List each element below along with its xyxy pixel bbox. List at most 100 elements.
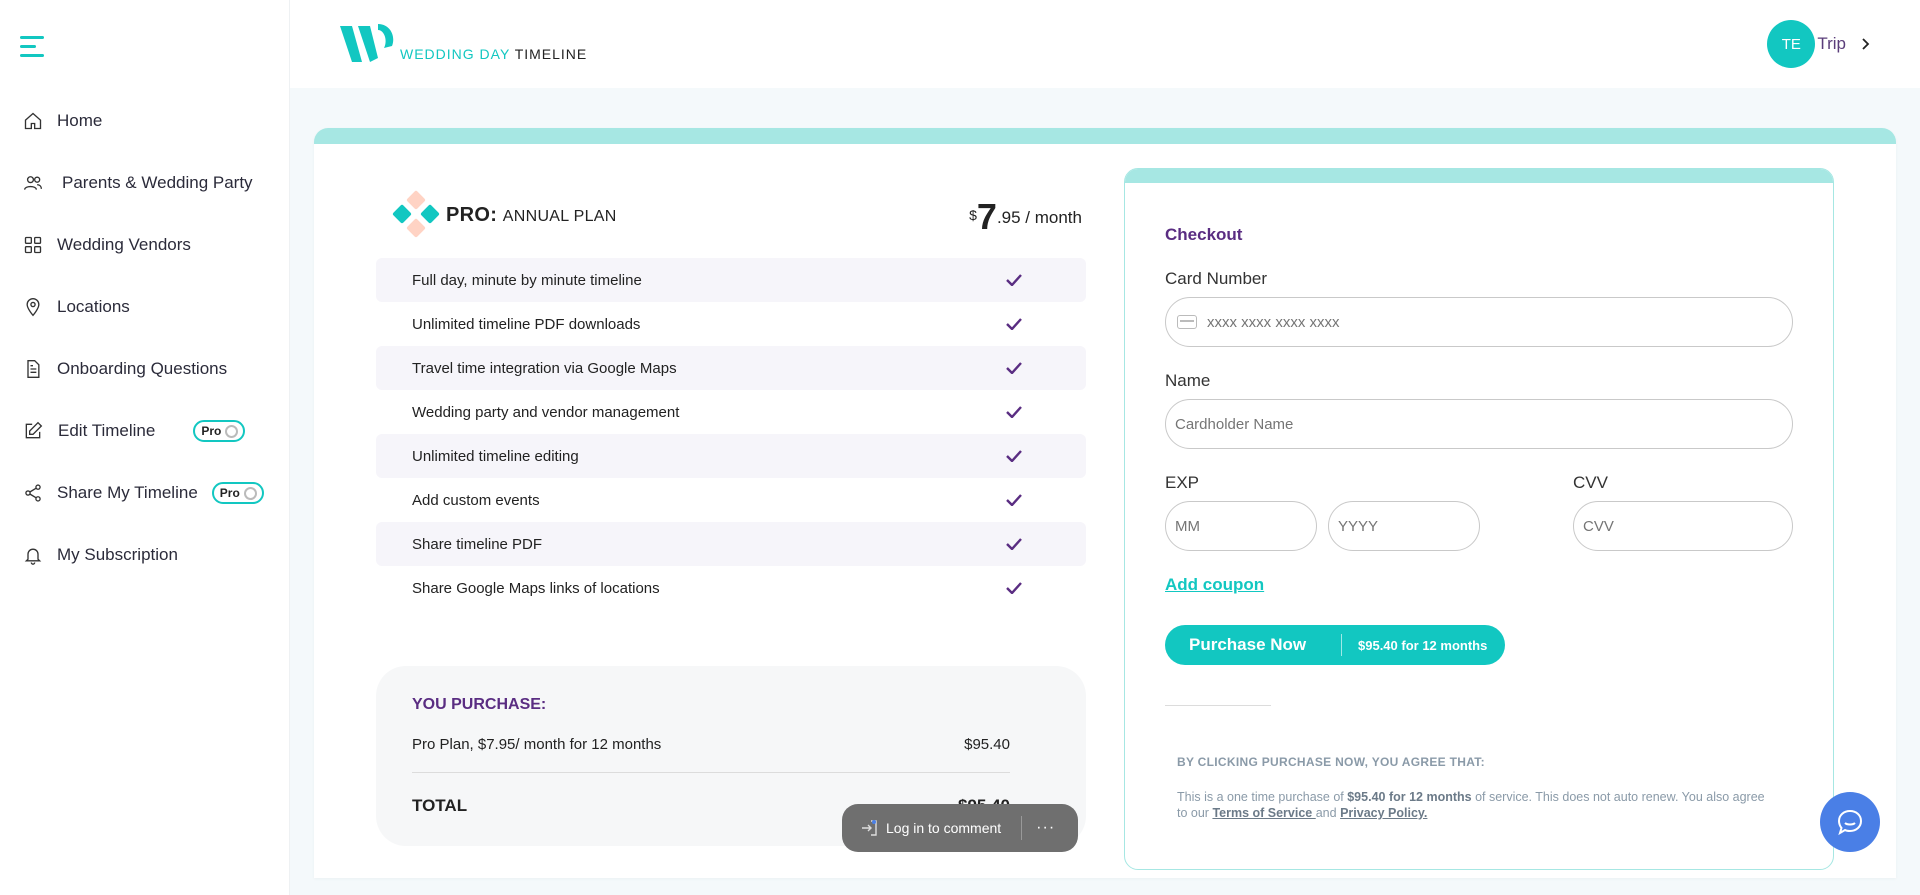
name-label: Name <box>1165 371 1211 390</box>
exp-label: EXP <box>1165 473 1200 492</box>
plan-title-rest: ANNUAL PLAN <box>502 208 617 225</box>
logo-text-accent: WEDDING DAY <box>400 46 511 62</box>
privacy-policy-link[interactable]: Privacy Policy. <box>1340 806 1427 820</box>
cardholder-name-field[interactable] <box>1165 399 1793 449</box>
sidebar-item-parents-wedding-party[interactable]: Parents & Wedding Party <box>0 152 290 214</box>
list-item: Share timeline PDF <box>376 522 1086 566</box>
terms-of-service-link[interactable]: Terms of Service <box>1212 806 1315 820</box>
check-icon <box>1006 450 1086 462</box>
chevron-right-icon <box>1862 38 1870 50</box>
list-item: Unlimited timeline editing <box>376 434 1086 478</box>
sidebar-nav: Home Parents & Wedding Party Wedding Ven… <box>0 90 290 586</box>
plan-title: PRO: ANNUAL PLAN <box>446 204 617 227</box>
list-item: Travel time integration via Google Maps <box>376 346 1086 390</box>
logo-text: WEDDING DAY TIMELINE <box>400 46 587 62</box>
credit-card-icon <box>1177 315 1197 329</box>
chat-icon <box>1837 809 1863 836</box>
menu-icon[interactable] <box>20 36 44 58</box>
card-number-input[interactable] <box>1207 313 1792 331</box>
terms-bold: $95.40 for 12 months <box>1347 790 1472 804</box>
exp-year-input[interactable] <box>1338 517 1479 535</box>
document-icon <box>22 358 44 380</box>
map-pin-icon <box>22 296 44 318</box>
sidebar-item-label: Edit Timeline <box>58 421 156 440</box>
pro-badge-label: Pro <box>201 424 222 438</box>
agreement-heading: BY CLICKING PURCHASE NOW, YOU AGREE THAT… <box>1177 755 1485 769</box>
bell-icon <box>22 544 44 566</box>
more-options-icon[interactable]: ··· <box>1036 819 1055 837</box>
check-icon <box>1006 274 1086 286</box>
card-top-bar <box>314 128 1896 144</box>
purchase-button-label: Purchase Now <box>1189 635 1307 654</box>
sidebar-item-locations[interactable]: Locations <box>0 276 290 338</box>
cardholder-name-input[interactable] <box>1175 415 1792 433</box>
pro-badge: Pro <box>193 420 246 442</box>
checkout-top-bar <box>1125 169 1833 183</box>
checkout-panel: Checkout Card Number Name EXP CVV Add co… <box>1124 168 1834 870</box>
check-icon <box>1006 318 1086 330</box>
feature-label: Add custom events <box>412 491 540 509</box>
pro-badge: Pro <box>211 482 264 504</box>
user-name: Trip <box>1817 34 1846 53</box>
grid-icon <box>22 234 44 256</box>
feature-label: Share Google Maps links of locations <box>412 579 660 597</box>
feature-label: Wedding party and vendor management <box>412 403 680 421</box>
comment-divider <box>1021 816 1023 840</box>
list-item: Full day, minute by minute timeline <box>376 258 1086 302</box>
feature-list: Full day, minute by minute timeline Unli… <box>376 258 1086 610</box>
sidebar-item-wedding-vendors[interactable]: Wedding Vendors <box>0 214 290 276</box>
cvv-field[interactable] <box>1573 501 1793 551</box>
users-icon <box>22 172 44 194</box>
card-number-field[interactable] <box>1165 297 1793 347</box>
sidebar-item-edit-timeline[interactable]: Edit Timeline Pro <box>0 400 290 462</box>
cvv-input[interactable] <box>1583 517 1792 535</box>
purchase-item-price: $95.40 <box>964 736 1010 753</box>
price-rest: .95 / month <box>996 208 1082 227</box>
sidebar-item-label: Parents & Wedding Party <box>62 173 253 192</box>
comment-label: Log in to comment <box>886 820 1002 836</box>
add-coupon-link[interactable]: Add coupon <box>1165 575 1264 595</box>
home-icon <box>22 110 44 132</box>
feature-label: Share timeline PDF <box>412 535 543 553</box>
terms-text: This is a one time purchase of $95.40 fo… <box>1177 789 1777 821</box>
card-number-label: Card Number <box>1165 269 1268 288</box>
list-item: Wedding party and vendor management <box>376 390 1086 434</box>
exp-month-field[interactable] <box>1165 501 1317 551</box>
subscription-card: PRO: ANNUAL PLAN $7.95 / month Full day,… <box>314 128 1896 878</box>
plan-title-bold: PRO: <box>446 204 498 226</box>
sidebar-item-label: Share My Timeline <box>57 483 198 502</box>
avatar: TE <box>1767 20 1816 68</box>
purchase-item-label: Pro Plan, $7.95/ month for 12 months <box>412 736 662 753</box>
sidebar-item-label: Home <box>57 111 103 130</box>
logo-mark-icon <box>340 24 394 62</box>
list-item: Add custom events <box>376 478 1086 522</box>
login-to-comment-bar[interactable]: Log in to comment ··· <box>842 804 1078 852</box>
purchase-now-button[interactable]: Purchase Now $95.40 for 12 months <box>1165 625 1505 665</box>
terms-part: and <box>1315 806 1341 820</box>
plan-header: PRO: ANNUAL PLAN $7.95 / month <box>390 190 1082 240</box>
check-icon <box>1006 538 1086 550</box>
plan-diamond-icon <box>390 190 442 240</box>
feature-label: Travel time integration via Google Maps <box>412 359 677 377</box>
checkout-title: Checkout <box>1165 225 1243 244</box>
purchase-item-row: Pro Plan, $7.95/ month for 12 months $95… <box>412 736 1010 753</box>
sidebar-item-share-my-timeline[interactable]: Share My Timeline Pro <box>0 462 290 524</box>
sidebar-item-my-subscription[interactable]: My Subscription <box>0 524 290 586</box>
logo[interactable]: WEDDING DAY TIMELINE <box>338 22 587 64</box>
sidebar-item-onboarding-questions[interactable]: Onboarding Questions <box>0 338 290 400</box>
chat-support-button[interactable] <box>1820 792 1880 852</box>
exp-year-field[interactable] <box>1328 501 1480 551</box>
exp-month-input[interactable] <box>1175 517 1316 535</box>
sidebar: Home Parents & Wedding Party Wedding Ven… <box>0 0 290 895</box>
user-menu[interactable]: TE Trip <box>1767 20 1872 68</box>
total-label: TOTAL <box>412 796 468 815</box>
terms-part: This is a one time purchase of <box>1177 790 1348 804</box>
sidebar-item-label: Wedding Vendors <box>57 235 191 254</box>
price-whole: 7 <box>976 196 997 237</box>
sidebar-item-home[interactable]: Home <box>0 90 290 152</box>
sidebar-item-label: Locations <box>57 297 130 316</box>
check-icon <box>1006 362 1086 374</box>
sidebar-item-label: Onboarding Questions <box>57 359 228 378</box>
ring-icon <box>243 486 257 500</box>
logo-text-main: TIMELINE <box>514 46 588 62</box>
